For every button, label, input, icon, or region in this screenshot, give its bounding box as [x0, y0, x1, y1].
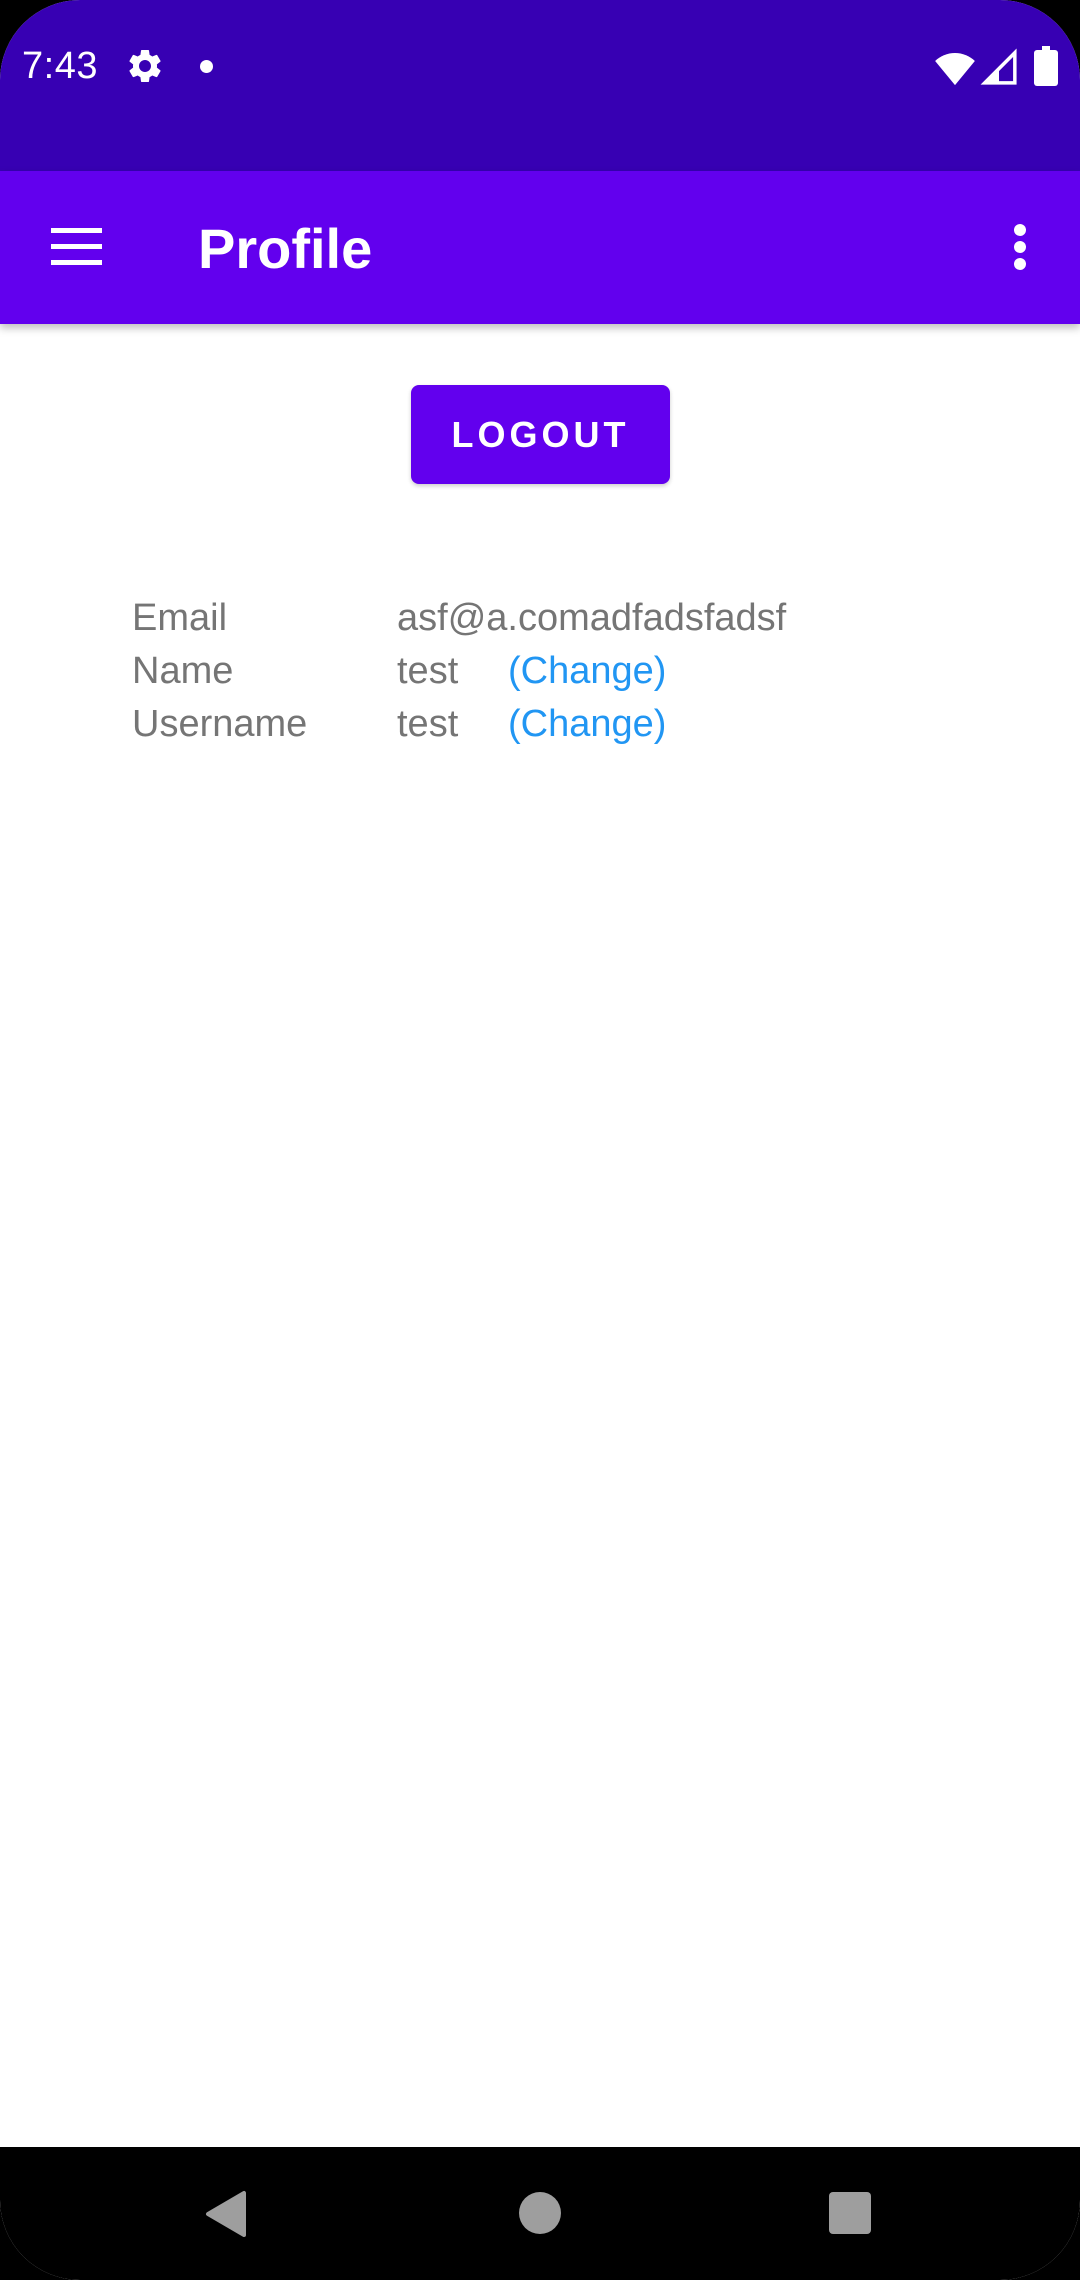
hamburger-menu-icon — [51, 228, 102, 265]
change-name-link[interactable]: (Change) — [508, 645, 666, 698]
username-label: Username — [132, 703, 308, 745]
battery-icon — [1034, 46, 1058, 86]
home-icon[interactable] — [519, 2192, 561, 2234]
status-bar: 7:43 — [0, 0, 1080, 171]
gear-icon — [129, 49, 161, 82]
back-icon[interactable] — [204, 2189, 248, 2239]
status-time: 7:43 — [22, 45, 98, 87]
more-vert-icon — [1014, 224, 1026, 270]
recents-icon[interactable] — [829, 2192, 871, 2234]
system-nav-bar — [0, 2147, 1080, 2280]
name-label: Name — [132, 650, 234, 692]
name-value: test — [397, 650, 459, 692]
email-label: Email — [132, 597, 228, 639]
page-title: Profile — [198, 217, 373, 280]
profile-row-email: Email asf@a.comadfadsfadsf — [132, 592, 1032, 645]
wifi-icon — [935, 53, 975, 86]
cell-signal-icon — [980, 48, 1017, 85]
profile-row-username: Username test (Change) — [132, 698, 1032, 751]
menu-button[interactable] — [40, 211, 112, 283]
overflow-menu-button[interactable] — [1000, 211, 1040, 283]
email-value: asf@a.comadfadsfadsf — [397, 597, 787, 639]
notification-dot-icon — [200, 60, 213, 73]
logout-button[interactable]: LOGOUT — [411, 385, 670, 484]
profile-details: Email asf@a.comadfadsfadsf Name test (Ch… — [132, 592, 1032, 751]
app-bar: Profile — [0, 171, 1080, 324]
change-username-link[interactable]: (Change) — [508, 698, 666, 751]
username-value: test — [397, 703, 459, 745]
phone-screen: 7:43 Profile LOGOUT Email asf@a.comadfad… — [0, 0, 1080, 2280]
profile-row-name: Name test (Change) — [132, 645, 1032, 698]
